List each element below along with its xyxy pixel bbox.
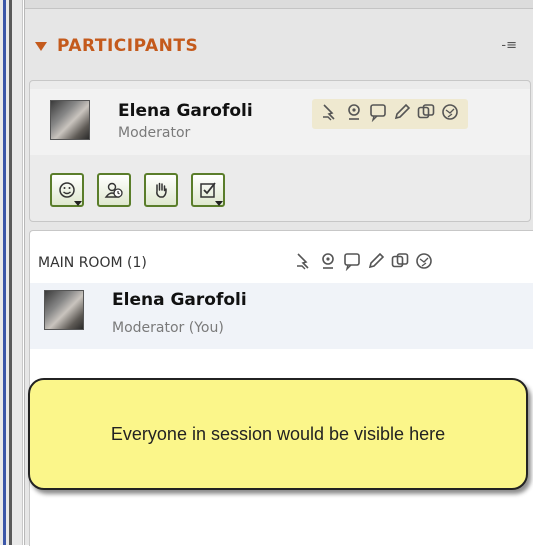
current-user-box: Elena Garofoli Moderator <box>29 80 531 222</box>
dropdown-caret-icon <box>215 201 223 206</box>
collapse-triangle-icon[interactable] <box>35 41 47 51</box>
dropdown-caret-icon <box>74 201 82 206</box>
webcam-icon[interactable] <box>344 102 364 126</box>
raise-hand-button[interactable] <box>144 173 178 207</box>
poll-button[interactable] <box>191 173 225 207</box>
left-edge-dark-stripe <box>9 0 12 545</box>
share-window-icon[interactable] <box>390 251 410 275</box>
smiley-icon <box>59 182 75 198</box>
list-menu-icon[interactable]: -≡ <box>501 38 517 53</box>
main-room-column-icons <box>294 249 434 277</box>
checkbox-icon <box>200 182 216 198</box>
current-user-role: Moderator <box>118 125 191 141</box>
emoticon-button[interactable] <box>50 173 84 207</box>
globe-icon[interactable] <box>440 102 460 126</box>
tool-button-row <box>50 173 225 207</box>
current-user-row[interactable]: Elena Garofoli Moderator <box>30 89 530 155</box>
list-item[interactable]: Elena Garofoli Moderator (You) <box>30 283 533 349</box>
panel-top-strip <box>25 0 533 9</box>
participant-role: Moderator (You) <box>112 320 224 336</box>
share-window-icon[interactable] <box>416 102 436 126</box>
pencil-icon[interactable] <box>392 102 412 126</box>
hand-icon <box>156 182 167 198</box>
away-button[interactable] <box>97 173 131 207</box>
pencil-icon[interactable] <box>366 251 386 275</box>
globe-icon[interactable] <box>414 251 434 275</box>
annotation-callout: Everyone in session would be visible her… <box>28 378 528 490</box>
presenter-icon[interactable] <box>294 251 314 275</box>
presenter-icon[interactable] <box>320 102 340 126</box>
chat-bubble-icon[interactable] <box>368 102 388 126</box>
panel-title: PARTICIPANTS <box>57 36 199 56</box>
main-room-title: MAIN ROOM (1) <box>38 255 147 271</box>
callout-text: Everyone in session would be visible her… <box>110 424 446 444</box>
current-user-status-icons <box>312 99 468 129</box>
away-clock-icon <box>104 182 123 198</box>
avatar <box>50 100 90 140</box>
participant-name: Elena Garofoli <box>112 290 247 310</box>
current-user-name: Elena Garofoli <box>118 101 253 121</box>
chat-bubble-icon[interactable] <box>342 251 362 275</box>
webcam-icon[interactable] <box>318 251 338 275</box>
left-window-edge <box>0 0 23 545</box>
panel-header[interactable]: PARTICIPANTS -≡ <box>35 26 525 66</box>
avatar <box>44 290 84 330</box>
left-edge-blue-stripe <box>3 0 6 545</box>
